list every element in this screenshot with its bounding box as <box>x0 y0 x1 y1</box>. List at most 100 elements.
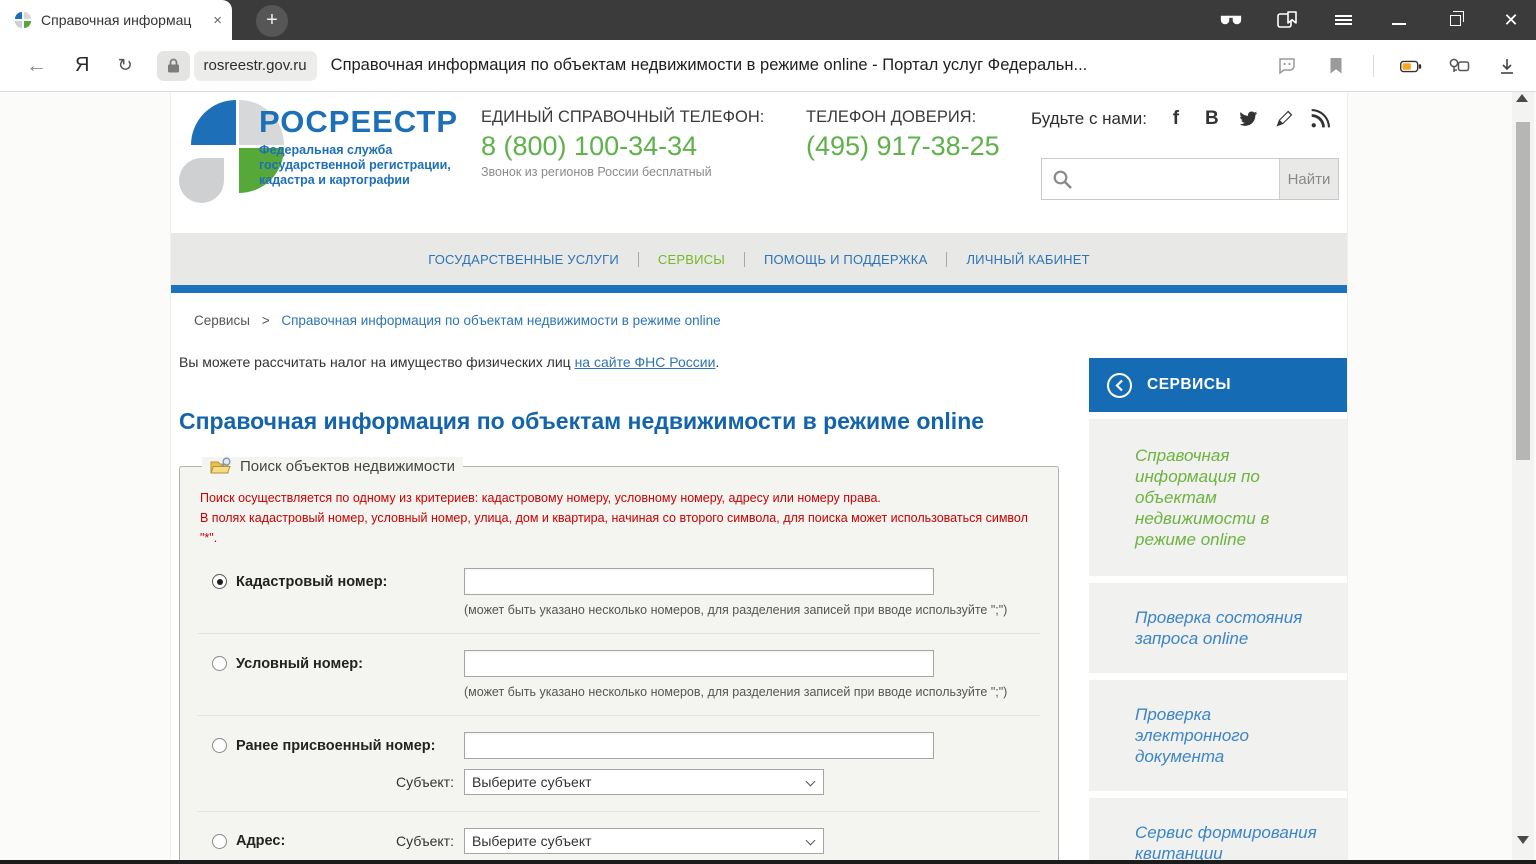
search-icon <box>1052 169 1074 191</box>
form-warnings: Поиск осуществляется по одному из критер… <box>200 488 1040 548</box>
subject-select[interactable]: Выберите субъект <box>464 769 824 795</box>
chevron-down-icon <box>805 835 816 846</box>
sidebar-item-receipt-service[interactable]: Сервис формирования квитанции <box>1089 798 1347 860</box>
pencil-icon[interactable] <box>1273 108 1295 130</box>
toolbar-divider <box>1373 55 1374 77</box>
main-nav: ГОСУДАРСТВЕННЫЕ УСЛУГИ СЕРВИСЫ ПОМОЩЬ И … <box>171 233 1347 285</box>
chevron-down-icon <box>805 776 816 787</box>
page-scrollbar <box>1512 92 1534 860</box>
minimize-icon[interactable] <box>1388 9 1410 31</box>
passwords-icon[interactable] <box>1448 55 1470 77</box>
yandex-icon[interactable]: Я <box>75 54 89 77</box>
trust-phone-block: ТЕЛЕФОН ДОВЕРИЯ: (495) 917-38-25 <box>806 108 1000 162</box>
taskbar-edge <box>0 860 1536 864</box>
cadastral-radio[interactable] <box>212 574 227 589</box>
logo-subtitle-line3: кадастра и картографии <box>259 173 410 187</box>
sidebar-header[interactable]: СЕРВИСЫ <box>1089 358 1347 412</box>
close-icon[interactable]: ✕ <box>1500 9 1522 31</box>
trust-label: ТЕЛЕФОН ДОВЕРИЯ: <box>806 108 977 126</box>
previous-number-input[interactable] <box>464 732 934 759</box>
side-panel-icon[interactable] <box>1276 9 1298 31</box>
logo-text[interactable]: РОСРЕЕСТР Федеральная служба государстве… <box>259 104 459 188</box>
object-search-form: Поиск объектов недвижимости Поиск осущес… <box>179 457 1059 860</box>
site-header: РОСРЕЕСТР Федеральная служба государстве… <box>171 92 1347 233</box>
hotline-phone-block: ЕДИНЫЙ СПРАВОЧНЫЙ ТЕЛЕФОН: 8 (800) 100-3… <box>481 108 764 179</box>
breadcrumb-current[interactable]: Справочная информация по объектам недвиж… <box>281 313 720 328</box>
accent-bar <box>171 285 1347 293</box>
address-radio[interactable] <box>212 833 227 849</box>
conditional-radio[interactable] <box>212 656 227 671</box>
browser-topbar: Справочная информац × + ✕ <box>0 0 1536 40</box>
glasses-icon[interactable] <box>1220 9 1242 31</box>
address-bar-page-title: Справочная информация по объектам недвиж… <box>330 56 1088 74</box>
sidebar-item-document-check[interactable]: Проверка электронного документа <box>1089 680 1347 791</box>
maximize-icon[interactable] <box>1444 9 1466 31</box>
back-arrow-icon[interactable]: ← <box>26 54 47 78</box>
hotline-label: ЕДИНЫЙ СПРАВОЧНЫЙ ТЕЛЕФОН: <box>481 108 765 126</box>
form-legend-text: Поиск объектов недвижимости <box>240 458 456 475</box>
sidebar-item-reference-info[interactable]: Справочная информация по объектам недвиж… <box>1089 419 1347 576</box>
fns-note-text: Вы можете рассчитать налог на имущество … <box>179 354 571 370</box>
lock-icon[interactable] <box>156 50 190 81</box>
search-submit-button[interactable]: Найти <box>1279 159 1338 199</box>
fns-link[interactable]: на сайте ФНС России <box>575 354 716 370</box>
cadastral-label: Кадастровый номер: <box>236 573 388 590</box>
url-text[interactable]: rosreestr.gov.ru <box>193 50 317 81</box>
nav-item-cabinet[interactable]: ЛИЧНЫЙ КАБИНЕТ <box>947 252 1108 267</box>
browser-tab[interactable]: Справочная информац × <box>0 0 232 40</box>
new-tab-button[interactable]: + <box>256 5 288 37</box>
sidebar-item-request-status[interactable]: Проверка состояния запроса online <box>1089 583 1347 673</box>
scrollbar-thumb[interactable] <box>1516 122 1530 460</box>
trust-number: (495) 917-38-25 <box>806 131 1000 161</box>
cadastral-input[interactable] <box>464 568 934 595</box>
address-subject-select[interactable]: Выберите субъект <box>464 828 824 854</box>
reload-icon[interactable]: ↻ <box>117 55 132 76</box>
social-block: Будьте с нами: f В <box>1031 108 1331 130</box>
search-input[interactable] <box>1042 159 1279 199</box>
download-icon[interactable] <box>1496 55 1518 77</box>
logo-subtitle-line2: государственной регистрации, <box>259 158 451 172</box>
subject-select-value: Выберите субъект <box>472 774 592 790</box>
chevron-left-circle-icon <box>1106 372 1133 399</box>
tab-close-icon[interactable]: × <box>213 12 222 29</box>
bookmark-icon[interactable] <box>1325 55 1347 77</box>
previous-number-label: Ранее присвоенный номер: <box>236 737 436 754</box>
nav-item-servisy[interactable]: СЕРВИСЫ <box>639 252 744 267</box>
conditional-hint: (может быть указано несколько номеров, д… <box>464 685 1008 699</box>
address-subject-label: Субъект: <box>396 833 454 849</box>
services-sidebar: СЕРВИСЫ Справочная информация по объекта… <box>1089 358 1347 860</box>
form-legend: Поиск объектов недвижимости <box>202 457 464 476</box>
subject-label: Субъект: <box>396 774 454 790</box>
nav-item-help[interactable]: ПОМОЩЬ И ПОДДЕРЖКА <box>745 252 947 267</box>
hotline-number: 8 (800) 100-34-34 <box>481 131 698 161</box>
conditional-input[interactable] <box>464 650 934 677</box>
vk-icon[interactable]: В <box>1201 108 1223 130</box>
form-row-conditional: Условный номер: (может быть указано неск… <box>198 633 1040 715</box>
form-row-cadastral: Кадастровый номер: (может быть указано н… <box>198 552 1040 633</box>
conditional-label: Условный номер: <box>236 655 363 672</box>
address-subject-select-value: Выберите субъект <box>472 833 592 849</box>
rss-icon[interactable] <box>1309 108 1331 130</box>
protect-icon[interactable] <box>1277 55 1299 77</box>
menu-icon[interactable] <box>1332 9 1354 31</box>
scroll-up-icon[interactable] <box>1516 94 1528 102</box>
logo-subtitle-line1: Федеральная служба <box>259 143 393 157</box>
twitter-icon[interactable] <box>1237 108 1259 130</box>
form-warning-1: Поиск осуществляется по одному из критер… <box>200 491 881 505</box>
folder-search-icon <box>210 457 233 476</box>
nav-item-gosuslugi[interactable]: ГОСУДАРСТВЕННЫЕ УСЛУГИ <box>409 252 638 267</box>
site-page: РОСРЕЕСТР Федеральная служба государстве… <box>170 92 1348 860</box>
previous-number-radio[interactable] <box>212 738 227 753</box>
address-label: Адрес: <box>236 833 286 849</box>
breadcrumb-separator: > <box>261 313 270 328</box>
site-search: Найти <box>1041 158 1339 200</box>
hotline-note: Звонок из регионов России бесплатный <box>481 165 712 179</box>
form-warning-2: В полях кадастровый номер, условный номе… <box>200 511 1028 545</box>
scroll-down-icon[interactable] <box>1517 836 1529 844</box>
form-row-previous: Ранее присвоенный номер: Субъект: Выбери… <box>198 715 1040 811</box>
rosreestr-favicon-icon <box>14 11 32 29</box>
battery-icon[interactable] <box>1400 55 1422 77</box>
logo-title: РОСРЕЕСТР <box>259 104 459 139</box>
breadcrumb-root[interactable]: Сервисы <box>194 313 250 328</box>
facebook-icon[interactable]: f <box>1165 108 1187 130</box>
